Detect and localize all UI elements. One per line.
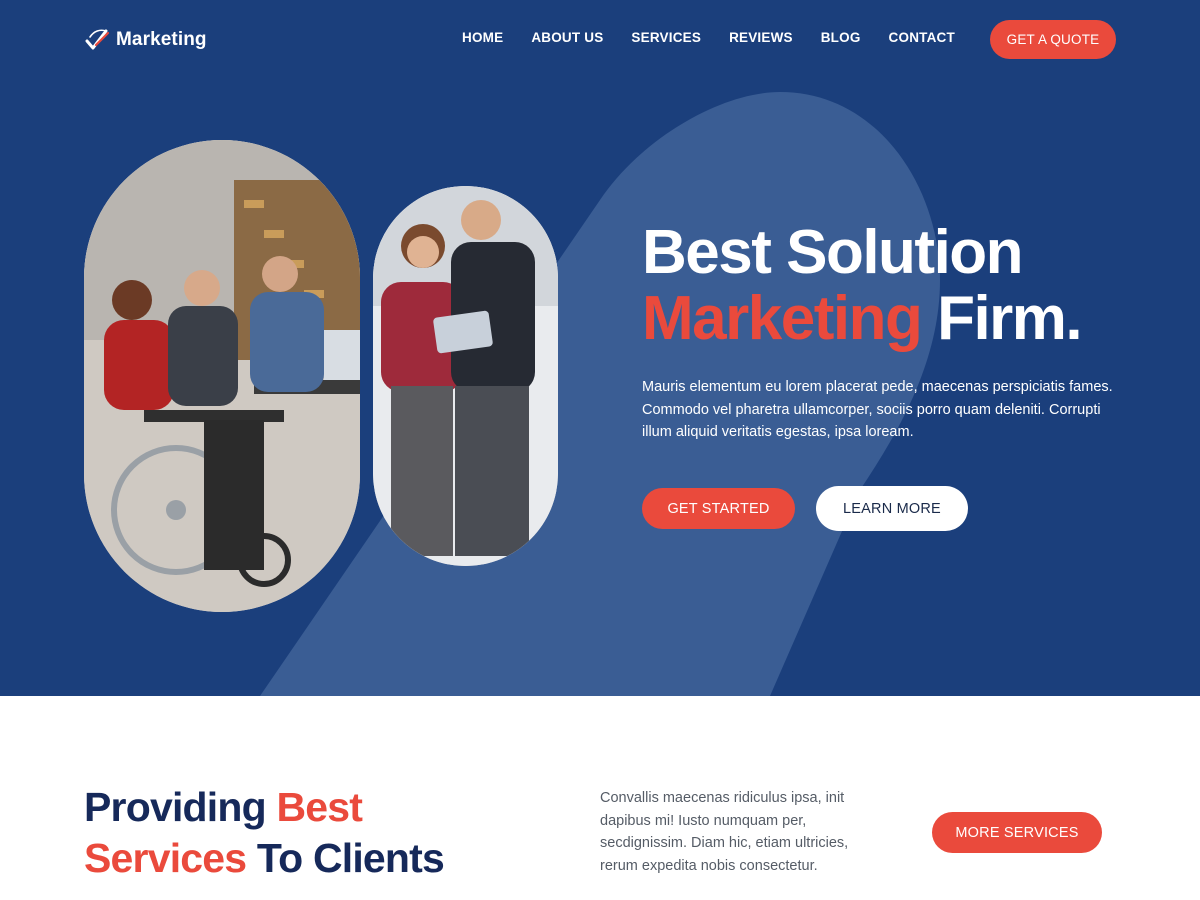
hero-section: Marketing HOME ABOUT US SERVICES REVIEWS…: [0, 0, 1200, 696]
hero-heading-end: Firm.: [921, 284, 1083, 353]
get-a-quote-button[interactable]: GET A QUOTE: [990, 20, 1116, 59]
nav-item-home[interactable]: HOME: [462, 30, 503, 45]
team-meeting-illustration: [84, 140, 360, 612]
services-heading-line2: Services To Clients: [84, 833, 524, 884]
services-description: Convallis maecenas ridiculus ipsa, init …: [600, 790, 849, 874]
team-meeting-photo: [84, 140, 360, 612]
colleagues-tablet-photo: [373, 186, 558, 566]
hero-heading-line1: Best Solution: [642, 218, 1024, 287]
services-heading-accent2: Services: [84, 835, 247, 881]
nav-item-about-us[interactable]: ABOUT US: [531, 30, 603, 45]
nav-item-contact[interactable]: CONTACT: [889, 30, 955, 45]
hero-heading-accent: Marketing: [642, 284, 923, 353]
colleagues-tablet-illustration: [373, 186, 558, 566]
hero-heading-line2: Marketing Firm.: [642, 286, 1162, 352]
hero-heading: Best Solution Marketing Firm.: [642, 220, 1162, 352]
nav-item-blog[interactable]: BLOG: [821, 30, 861, 45]
nav-item-reviews[interactable]: REVIEWS: [729, 30, 793, 45]
services-intro-section: Providing Best Services To Clients Conva…: [0, 696, 1200, 900]
main-menu: HOME ABOUT US SERVICES REVIEWS BLOG CONT…: [462, 30, 955, 45]
services-heading-part2: To Clients: [246, 835, 445, 881]
brand-name: Marketing: [116, 29, 207, 50]
hero-description: Mauris elementum eu lorem placerat pede,…: [642, 379, 1113, 440]
learn-more-button[interactable]: LEARN MORE: [816, 486, 968, 531]
services-heading-line1: Providing Best: [84, 782, 524, 833]
top-navigation: Marketing HOME ABOUT US SERVICES REVIEWS…: [0, 0, 1200, 80]
services-heading-part1: Providing: [84, 784, 277, 830]
services-heading: Providing Best Services To Clients: [84, 782, 524, 884]
nav-item-services[interactable]: SERVICES: [631, 30, 701, 45]
more-services-button[interactable]: MORE SERVICES: [932, 812, 1102, 853]
get-started-button[interactable]: GET STARTED: [642, 488, 795, 529]
services-heading-accent1: Best: [276, 784, 363, 830]
site-logo[interactable]: Marketing: [84, 24, 207, 56]
checkmark-swoosh-icon: [85, 29, 110, 50]
